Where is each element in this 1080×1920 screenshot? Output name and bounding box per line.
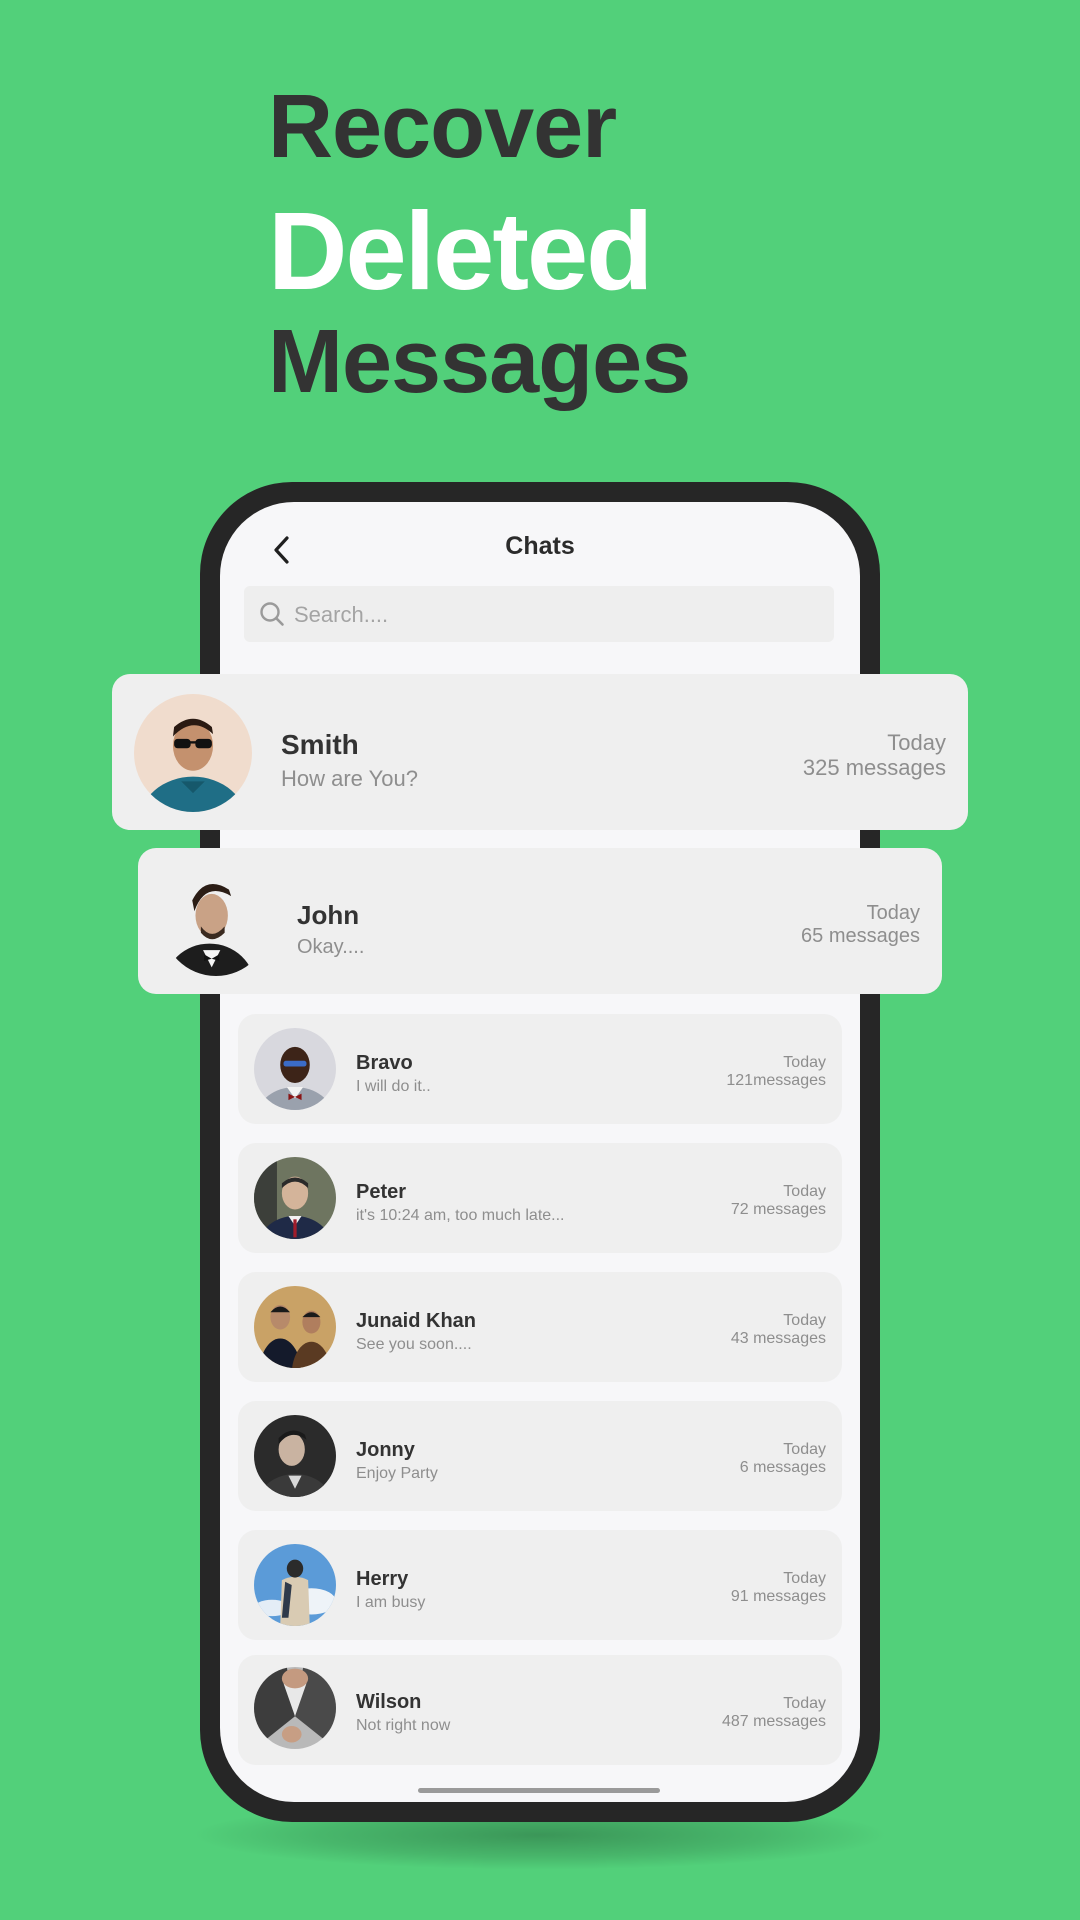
- chat-day: Today: [866, 902, 920, 924]
- avatar: [254, 1157, 336, 1239]
- avatar: [162, 868, 270, 976]
- chat-count: 65 messages: [801, 925, 920, 947]
- avatar: [254, 1028, 336, 1110]
- chat-item-junaid-khan[interactable]: Junaid Khan See you soon.... Today 43 me…: [238, 1272, 842, 1382]
- chat-day: Today: [783, 1312, 826, 1329]
- search-bar[interactable]: [244, 586, 834, 644]
- chat-name: Herry: [356, 1568, 409, 1590]
- page-title: Chats: [505, 532, 575, 560]
- chat-preview: Enjoy Party: [356, 1465, 438, 1482]
- search-input[interactable]: [292, 586, 816, 644]
- featured-chat-smith[interactable]: Smith How are You? Today 325 messages: [112, 674, 968, 830]
- avatar: [254, 1415, 336, 1497]
- chat-name: Wilson: [356, 1691, 422, 1713]
- chat-name: Smith: [281, 729, 359, 760]
- chat-day: Today: [783, 1695, 826, 1712]
- chat-day: Today: [887, 730, 946, 755]
- chat-name: Peter: [356, 1181, 407, 1203]
- chat-count: 325 messages: [802, 755, 946, 780]
- headline-line-3: Messages: [268, 312, 691, 412]
- search-icon: [260, 602, 284, 626]
- avatar: [254, 1544, 336, 1626]
- chat-day: Today: [783, 1441, 826, 1458]
- chat-preview: I am busy: [356, 1594, 426, 1611]
- headline-line-2: Deleted: [268, 190, 653, 313]
- chat-day: Today: [783, 1054, 826, 1071]
- chat-day: Today: [783, 1183, 826, 1200]
- chat-item-herry[interactable]: Herry I am busy Today 91 messages: [238, 1530, 842, 1640]
- chat-item-peter[interactable]: Peter it's 10:24 am, too much late... To…: [238, 1143, 842, 1253]
- chat-name: Jonny: [356, 1439, 415, 1461]
- chat-name: John: [297, 900, 360, 930]
- chat-preview: it's 10:24 am, too much late...: [356, 1207, 565, 1224]
- chat-preview: See you soon....: [356, 1336, 472, 1353]
- chat-preview: How are You?: [281, 766, 418, 791]
- home-indicator[interactable]: [418, 1788, 660, 1793]
- chat-preview: I will do it..: [356, 1078, 431, 1095]
- chat-count: 121messages: [726, 1072, 826, 1089]
- avatar: [254, 1667, 336, 1749]
- chat-count: 487 messages: [721, 1713, 826, 1730]
- avatar: [254, 1286, 336, 1368]
- chat-item-bravo[interactable]: Bravo I will do it.. Today 121messages: [238, 1014, 842, 1124]
- chat-item-jonny[interactable]: Jonny Enjoy Party Today 6 messages: [238, 1401, 842, 1511]
- chat-name: Junaid Khan: [356, 1310, 477, 1332]
- featured-chat-john[interactable]: John Okay.... Today 65 messages: [138, 848, 942, 994]
- chat-preview: Okay....: [297, 936, 365, 958]
- chat-day: Today: [783, 1570, 826, 1587]
- chat-count: 6 messages: [739, 1459, 826, 1476]
- avatar: [134, 694, 252, 812]
- chat-preview: Not right now: [356, 1717, 451, 1734]
- chat-count: 43 messages: [730, 1330, 826, 1347]
- chat-name: Bravo: [356, 1052, 413, 1074]
- chat-count: 72 messages: [730, 1201, 826, 1218]
- chat-item-wilson[interactable]: Wilson Not right now Today 487 messages: [238, 1655, 842, 1765]
- headline-line-1: Recover: [268, 77, 617, 177]
- chat-count: 91 messages: [730, 1588, 826, 1605]
